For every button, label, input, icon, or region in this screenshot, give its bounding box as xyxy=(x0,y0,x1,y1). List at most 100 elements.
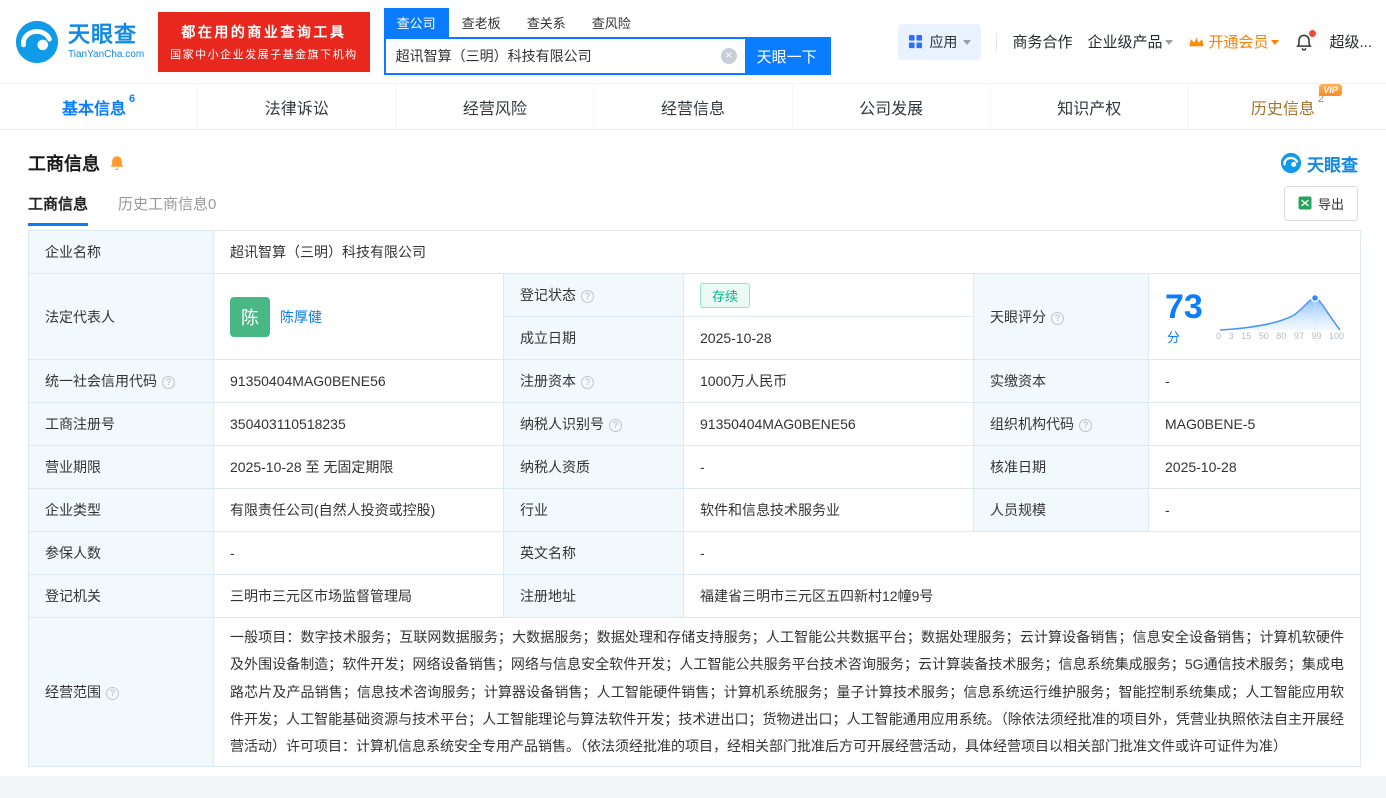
tab-history-info[interactable]: 历史信息 VIP 2 xyxy=(1188,84,1386,129)
legal-rep-avatar[interactable]: 陈 xyxy=(230,297,270,337)
field-value: 2025-10-28 xyxy=(1165,459,1237,475)
promo-line1: 都在用的商业查询工具 xyxy=(170,22,358,42)
search-input[interactable] xyxy=(386,39,745,73)
label-insured-count: 参保人数 xyxy=(29,532,214,575)
table-row: 工商注册号 350403110518235 纳税人识别号 91350404MAG… xyxy=(29,403,1361,446)
label-reg-address: 注册地址 xyxy=(504,575,684,618)
value-org-code: MAG0BENE-5 xyxy=(1149,403,1361,446)
field-label: 法定代表人 xyxy=(45,309,115,325)
clear-icon[interactable]: × xyxy=(721,48,737,64)
subtab-business-info[interactable]: 工商信息 xyxy=(28,180,88,226)
tab-label: 经营信息 xyxy=(661,95,725,119)
score-curve-icon xyxy=(1216,292,1344,332)
label-taxpayer-quality: 纳税人资质 xyxy=(504,446,684,489)
field-label: 人员规模 xyxy=(990,502,1046,518)
tab-label: 公司发展 xyxy=(859,95,923,119)
caret-down-icon xyxy=(1165,40,1173,49)
score-axis-ticks: 0 3 15 50 80 97 99 100 xyxy=(1216,331,1344,341)
tab-label: 历史信息 xyxy=(1251,95,1315,119)
info-icon[interactable] xyxy=(581,290,594,303)
info-icon[interactable] xyxy=(162,376,175,389)
promo-line2: 国家中小企业发展子基金旗下机构 xyxy=(170,46,358,62)
search-tab-boss[interactable]: 查老板 xyxy=(449,8,514,37)
label-industry: 行业 xyxy=(504,489,684,532)
table-row: 企业名称 超讯智算（三明）科技有限公司 xyxy=(29,231,1361,274)
field-label: 工商注册号 xyxy=(45,416,115,432)
business-info-table: 企业名称 超讯智算（三明）科技有限公司 法定代表人 陈 陈厚健 登记状态 存续 xyxy=(28,230,1361,767)
menu-super[interactable]: 超级... xyxy=(1329,31,1372,52)
field-label: 参保人数 xyxy=(45,545,101,561)
menu-cooperation[interactable]: 商务合作 xyxy=(1012,31,1072,52)
value-taxpayer-id: 91350404MAG0BENE56 xyxy=(684,403,974,446)
section-title: 工商信息 xyxy=(28,150,100,176)
apps-button[interactable]: 应用 xyxy=(898,24,981,60)
search-button[interactable]: 天眼一下 xyxy=(745,39,829,73)
score-unit: 分 xyxy=(1167,330,1180,345)
search-tab-company[interactable]: 查公司 xyxy=(384,8,449,37)
field-value: 一般项目：数字技术服务；互联网数据服务；大数据服务；数据处理和存储支持服务；人工… xyxy=(230,629,1344,754)
apps-label: 应用 xyxy=(929,32,957,52)
caret-down-icon xyxy=(963,40,971,49)
label-legal-rep: 法定代表人 xyxy=(29,274,214,360)
vip-badge: VIP xyxy=(1319,84,1342,96)
value-reg-authority: 三明市三元区市场监督管理局 xyxy=(214,575,504,618)
field-label: 注册地址 xyxy=(520,588,576,604)
tick-label: 80 xyxy=(1276,331,1286,341)
value-business-term: 2025-10-28 至 无固定期限 xyxy=(214,446,504,489)
label-org-code: 组织机构代码 xyxy=(974,403,1149,446)
field-label: 登记状态 xyxy=(520,287,576,303)
value-approval-date: 2025-10-28 xyxy=(1149,446,1361,489)
caret-down-icon xyxy=(1271,40,1279,49)
info-icon[interactable] xyxy=(106,687,119,700)
search-area: 查公司 查老板 查关系 查风险 × 天眼一下 xyxy=(384,8,831,75)
logo-title: 天眼查 xyxy=(68,23,144,47)
info-icon[interactable] xyxy=(609,419,622,432)
tab-intellectual-property[interactable]: 知识产权 xyxy=(990,84,1188,129)
tab-operation-risk[interactable]: 经营风险 xyxy=(395,84,593,129)
field-value: - xyxy=(1165,502,1170,518)
tab-basic-info[interactable]: 基本信息 6 xyxy=(0,84,197,129)
field-value: - xyxy=(230,545,235,561)
label-business-scope: 经营范围 xyxy=(29,618,214,767)
status-badge: 存续 xyxy=(700,283,750,308)
search-tabs: 查公司 查老板 查关系 查风险 xyxy=(384,8,831,37)
info-icon[interactable] xyxy=(1051,312,1064,325)
label-paid-capital: 实缴资本 xyxy=(974,360,1149,403)
table-row: 参保人数 - 英文名称 - xyxy=(29,532,1361,575)
value-english-name: - xyxy=(684,532,1361,575)
subtab-history-business-info[interactable]: 历史工商信息0 xyxy=(118,180,216,226)
search-tab-relation[interactable]: 查关系 xyxy=(514,8,579,37)
notification-bell[interactable] xyxy=(1294,32,1314,52)
value-business-scope: 一般项目：数字技术服务；互联网数据服务；大数据服务；数据处理和存储支持服务；人工… xyxy=(214,618,1361,767)
field-value: 三明市三元区市场监督管理局 xyxy=(230,588,412,604)
field-value: 1000万人民币 xyxy=(700,373,787,389)
menu-vip[interactable]: 开通会员 xyxy=(1188,31,1279,52)
tab-company-development[interactable]: 公司发展 xyxy=(792,84,990,129)
info-icon[interactable] xyxy=(1079,419,1092,432)
promo-banner: 都在用的商业查询工具 国家中小企业发展子基金旗下机构 xyxy=(158,12,370,72)
subtab-label: 历史工商信息0 xyxy=(118,193,216,214)
tab-legal-litigation[interactable]: 法律诉讼 xyxy=(197,84,395,129)
score-value: 73 xyxy=(1165,288,1203,326)
value-score[interactable]: 73 分 xyxy=(1149,274,1361,360)
legal-rep-link[interactable]: 陈厚健 xyxy=(280,307,322,327)
label-reg-capital: 注册资本 xyxy=(504,360,684,403)
label-score: 天眼评分 xyxy=(974,274,1149,360)
field-label: 统一社会信用代码 xyxy=(45,373,157,389)
tick-label: 3 xyxy=(1229,331,1234,341)
label-business-term: 营业期限 xyxy=(29,446,214,489)
tab-label: 基本信息 xyxy=(62,95,126,119)
table-row: 登记机关 三明市三元区市场监督管理局 注册地址 福建省三明市三元区五四新村12幢… xyxy=(29,575,1361,618)
field-value: 91350404MAG0BENE56 xyxy=(230,373,386,389)
field-label: 行业 xyxy=(520,502,548,518)
monitor-bell-icon[interactable] xyxy=(108,154,126,172)
field-value: MAG0BENE-5 xyxy=(1165,416,1255,432)
site-logo[interactable]: 天眼查 TianYanCha.com xyxy=(14,19,144,65)
tianyancha-logo-icon xyxy=(1280,152,1302,174)
menu-enterprise-products[interactable]: 企业级产品 xyxy=(1087,31,1173,52)
tick-label: 15 xyxy=(1241,331,1251,341)
search-tab-risk[interactable]: 查风险 xyxy=(579,8,644,37)
export-button[interactable]: 导出 xyxy=(1284,186,1358,221)
tab-operation-info[interactable]: 经营信息 xyxy=(593,84,791,129)
info-icon[interactable] xyxy=(581,376,594,389)
